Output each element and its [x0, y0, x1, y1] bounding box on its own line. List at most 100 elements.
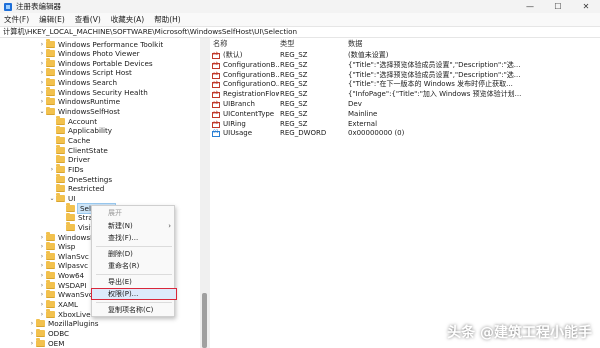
folder-icon — [56, 145, 65, 154]
tree-item[interactable]: › MozillaPlugins — [28, 318, 99, 329]
column-header-type[interactable]: 类型 — [280, 39, 294, 49]
close-button[interactable]: ✕ — [572, 0, 600, 13]
tree-item[interactable]: Restricted — [48, 183, 104, 194]
chevron-right-icon[interactable]: › — [38, 262, 46, 269]
tree-item[interactable]: › Wlpasvc — [38, 260, 88, 271]
tree-item[interactable]: › Windows Security Health — [38, 87, 148, 97]
value-data: Mainline — [348, 109, 378, 118]
value-row[interactable]: UIBranch REG_SZ Dev — [210, 100, 600, 110]
value-row[interactable]: UIContentType REG_SZ Mainline — [210, 110, 600, 120]
value-name: ConfigurationO... — [223, 80, 279, 89]
menu-view[interactable]: 查看(V) — [75, 14, 101, 25]
menu-permissions[interactable]: 权限(P)... — [91, 288, 177, 300]
tree-item[interactable]: Visit — [58, 222, 93, 232]
scrollbar-thumb[interactable] — [202, 293, 207, 348]
value-row[interactable]: ConfigurationO...REG_SZ {"Title":"在下一版本的 … — [210, 80, 600, 90]
binary-value-icon — [212, 130, 220, 138]
menu-expand[interactable]: 展开 — [92, 208, 176, 218]
tree-item[interactable]: › Windows Portable Devices — [38, 58, 153, 68]
chevron-right-icon[interactable]: › — [28, 340, 36, 347]
value-row[interactable]: (默认) REG_SZ (数值未设置) — [210, 51, 600, 61]
chevron-right-icon[interactable]: › — [38, 79, 46, 86]
folder-icon — [66, 212, 75, 222]
chevron-down-icon[interactable]: ⌄ — [48, 195, 56, 202]
value-row[interactable]: UIUsage REG_DWORD 0x00000000 (0) — [210, 129, 600, 139]
chevron-right-icon[interactable]: › — [38, 89, 46, 96]
menu-export[interactable]: 导出(E) — [92, 277, 176, 287]
title-bar: 注册表编辑器 — ☐ ✕ — [0, 0, 600, 13]
chevron-right-icon[interactable]: › — [38, 234, 46, 241]
menu-new[interactable]: 新建(N) › — [92, 221, 176, 231]
value-type: REG_SZ — [280, 70, 308, 79]
tree-item[interactable]: › Windows Search — [38, 77, 117, 88]
minimize-button[interactable]: — — [516, 0, 544, 13]
menu-find[interactable]: 查找(F)... — [92, 233, 176, 243]
tree-item[interactable]: Stra — [58, 212, 93, 223]
folder-icon — [56, 174, 65, 183]
watermark: 头条 @建筑工程小能手 — [447, 325, 592, 341]
value-row[interactable]: UIRing REG_SZ External — [210, 120, 600, 130]
menu-copy-key-name[interactable]: 复制项名称(C) — [92, 305, 176, 315]
chevron-right-icon[interactable]: › — [38, 60, 46, 67]
tree-item[interactable]: › Windows Performance Toolkit — [38, 39, 163, 49]
address-bar[interactable]: 计算机\HKEY_LOCAL_MACHINE\SOFTWARE\Microsof… — [0, 26, 600, 38]
chevron-right-icon[interactable]: › — [28, 330, 36, 337]
value-row[interactable]: RegistrationFlowREG_SZ {"InfoPage":{"Titl… — [210, 90, 600, 100]
chevron-right-icon[interactable]: › — [38, 291, 46, 298]
tree-item[interactable]: Cache — [48, 135, 90, 146]
tree-item[interactable]: ClientState — [48, 145, 108, 155]
tree-item[interactable]: › WindowsRuntime — [38, 96, 120, 107]
menu-rename[interactable]: 重命名(R) — [92, 261, 176, 271]
menu-edit[interactable]: 编辑(E) — [39, 14, 65, 25]
chevron-right-icon[interactable]: › — [38, 272, 46, 279]
folder-icon — [46, 87, 55, 96]
tree-item[interactable]: › Wow64 — [38, 270, 84, 281]
tree-item[interactable]: › Wisp — [38, 241, 75, 252]
menu-delete[interactable]: 删除(D) — [92, 249, 176, 259]
chevron-right-icon[interactable]: › — [38, 301, 46, 308]
chevron-right-icon[interactable]: › — [38, 50, 46, 57]
tree-item[interactable]: OneSettings — [48, 174, 112, 184]
tree-item[interactable]: › OEM — [28, 338, 64, 348]
value-data: 0x00000000 (0) — [348, 129, 405, 138]
column-header-data[interactable]: 数据 — [348, 39, 362, 49]
chevron-right-icon[interactable]: › — [38, 243, 46, 250]
tree-item[interactable]: › Windows Script Host — [38, 67, 132, 78]
value-type: REG_DWORD — [280, 129, 327, 138]
tree-item[interactable]: › WwanSvc — [38, 289, 93, 300]
menu-help[interactable]: 帮助(H) — [154, 14, 181, 25]
chevron-right-icon[interactable]: › — [38, 41, 46, 48]
tree-item[interactable]: Account — [48, 116, 97, 126]
folder-icon — [46, 48, 55, 58]
value-row[interactable]: ConfigurationB...REG_SZ {"Title":"选择预览体验成… — [210, 71, 600, 81]
tree-item[interactable]: › XAML — [38, 299, 78, 310]
tree-item[interactable]: › WSDAPI — [38, 280, 86, 290]
tree-item[interactable]: › ODBC — [28, 328, 69, 339]
tree-scrollbar[interactable] — [200, 38, 210, 348]
tree-item[interactable]: › WlanSvc — [38, 251, 89, 261]
tree-item[interactable]: Applicability — [48, 125, 112, 136]
tree-item[interactable]: ⌄ UI — [48, 193, 75, 203]
menu-favorites[interactable]: 收藏夹(A) — [111, 14, 144, 25]
tree-item[interactable]: › XboxLive — [38, 309, 91, 319]
tree-item[interactable]: › FIDs — [48, 164, 84, 174]
chevron-right-icon[interactable]: › — [38, 69, 46, 76]
value-row[interactable]: ConfigurationB...REG_SZ {"Title":"选择预览体验成… — [210, 61, 600, 71]
menu-file[interactable]: 文件(F) — [4, 14, 29, 25]
tree-item[interactable]: Driver — [48, 154, 90, 165]
column-header-name[interactable]: 名称 — [213, 39, 227, 49]
chevron-right-icon[interactable]: › — [38, 311, 46, 318]
folder-icon — [46, 77, 55, 87]
chevron-right-icon[interactable]: › — [48, 166, 56, 173]
chevron-right-icon[interactable]: › — [38, 98, 46, 105]
chevron-right-icon[interactable]: › — [28, 320, 36, 327]
tree-item[interactable]: › WindowsL — [38, 232, 94, 242]
window-title: 注册表编辑器 — [16, 2, 61, 11]
tree-item[interactable]: ⌄ WindowsSelfHost — [38, 106, 120, 117]
chevron-right-icon[interactable]: › — [38, 282, 46, 289]
tree-item[interactable]: › Windows Photo Viewer — [38, 48, 140, 59]
maximize-button[interactable]: ☐ — [544, 0, 572, 13]
folder-icon — [46, 260, 55, 270]
chevron-right-icon[interactable]: › — [38, 253, 46, 260]
chevron-down-icon[interactable]: ⌄ — [38, 108, 46, 115]
